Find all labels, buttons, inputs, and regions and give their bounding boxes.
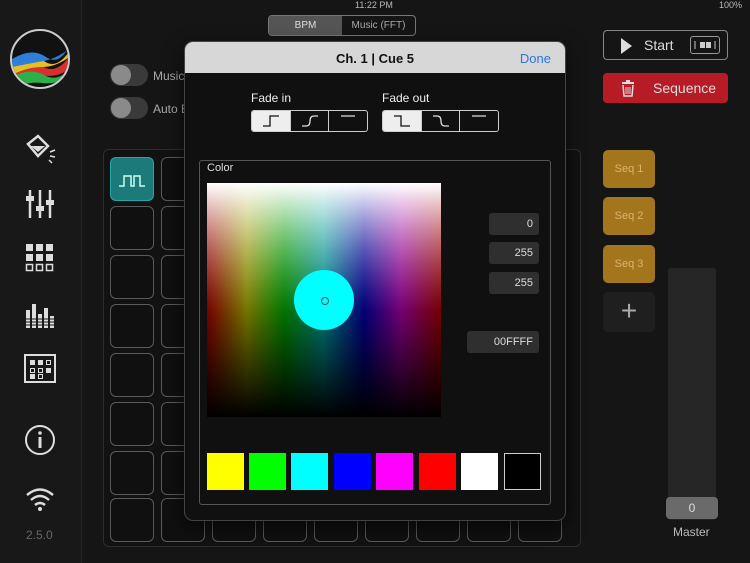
music-toggle-label: Music: [153, 69, 185, 83]
seq-1-button[interactable]: Seq 1: [603, 150, 655, 188]
hex-value-field[interactable]: 00FFFF: [467, 331, 539, 353]
cue-cell[interactable]: [110, 255, 154, 299]
swatch-black[interactable]: [504, 453, 541, 490]
trash-icon: [619, 79, 637, 97]
master-slider-track[interactable]: [668, 268, 716, 520]
swatch-green[interactable]: [249, 453, 286, 490]
master-label: Master: [673, 525, 710, 539]
add-sequence-button[interactable]: +: [603, 292, 655, 332]
swatch-red[interactable]: [419, 453, 456, 490]
popover-title: Ch. 1 | Cue 5: [335, 51, 415, 66]
fade-out-step-option[interactable]: [383, 111, 422, 131]
blue-value-field[interactable]: 255: [489, 272, 539, 294]
calendar-grid-icon[interactable]: [22, 350, 58, 386]
wifi-icon[interactable]: [22, 480, 58, 516]
cue-cell[interactable]: [110, 353, 154, 397]
done-button[interactable]: Done: [520, 51, 551, 66]
play-icon: [621, 38, 632, 54]
swatch-cyan[interactable]: [291, 453, 328, 490]
cue-cell[interactable]: [110, 402, 154, 446]
fade-in-flat-option[interactable]: [329, 111, 367, 131]
red-value-field[interactable]: 0: [489, 213, 539, 235]
auto-toggle-label: Auto B: [153, 102, 190, 116]
swatch-yellow[interactable]: [207, 453, 244, 490]
fade-in-segmented-control[interactable]: [251, 110, 368, 132]
popover-header: Ch. 1 | Cue 5 Done: [185, 42, 565, 73]
swatch-white[interactable]: [461, 453, 498, 490]
master-slider-handle[interactable]: 0: [666, 497, 718, 519]
color-picker-handle[interactable]: [294, 270, 354, 330]
segment-music-fft[interactable]: Music (FFT): [342, 16, 415, 35]
status-bar: 11:22 PM 100%: [0, 0, 750, 12]
grid-icon[interactable]: [22, 240, 58, 276]
fade-in-curve-option[interactable]: [291, 111, 330, 131]
equalizer-icon[interactable]: [22, 296, 58, 332]
mode-segmented-control[interactable]: BPM Music (FFT): [268, 15, 416, 36]
fade-out-segmented-control[interactable]: [382, 110, 499, 132]
paint-bucket-icon[interactable]: [22, 130, 58, 166]
cue-editor-popover: Ch. 1 | Cue 5 Done Fade in Fade out Colo…: [185, 42, 565, 520]
fade-in-step-option[interactable]: [252, 111, 291, 131]
green-value-field[interactable]: 255: [489, 242, 539, 264]
sequence-button[interactable]: Sequence: [603, 73, 728, 103]
sequence-label: Sequence: [653, 80, 717, 96]
app-version: 2.5.0: [26, 528, 53, 542]
fade-out-label: Fade out: [382, 91, 430, 105]
app-logo: [10, 29, 70, 89]
color-section: Color 0 255 255 00FFFF: [199, 160, 551, 505]
seq-3-button[interactable]: Seq 3: [603, 245, 655, 283]
fade-out-flat-option[interactable]: [460, 111, 498, 131]
color-picker-area[interactable]: [207, 183, 441, 417]
cue-cell[interactable]: [110, 206, 154, 250]
start-button[interactable]: Start: [603, 30, 728, 60]
start-label: Start: [644, 37, 674, 53]
music-toggle[interactable]: [110, 64, 148, 86]
color-section-label: Color: [207, 162, 234, 174]
cue-cell[interactable]: [110, 304, 154, 348]
cue-cell[interactable]: [110, 451, 154, 495]
sidebar: 2.5.0: [0, 0, 82, 563]
swatch-magenta[interactable]: [376, 453, 413, 490]
status-time: 11:22 PM: [355, 0, 393, 10]
segment-bpm[interactable]: BPM: [269, 16, 342, 35]
cue-cell[interactable]: [110, 157, 154, 201]
sliders-icon[interactable]: [22, 186, 58, 222]
fade-in-label: Fade in: [251, 91, 292, 105]
fade-out-curve-option[interactable]: [422, 111, 461, 131]
cue-cell[interactable]: [110, 498, 154, 542]
swatch-blue[interactable]: [334, 453, 371, 490]
status-battery: 100%: [718, 0, 742, 10]
info-icon[interactable]: [22, 422, 58, 458]
auto-toggle[interactable]: [110, 97, 148, 119]
loop-icon[interactable]: [690, 36, 720, 54]
seq-2-button[interactable]: Seq 2: [603, 197, 655, 235]
